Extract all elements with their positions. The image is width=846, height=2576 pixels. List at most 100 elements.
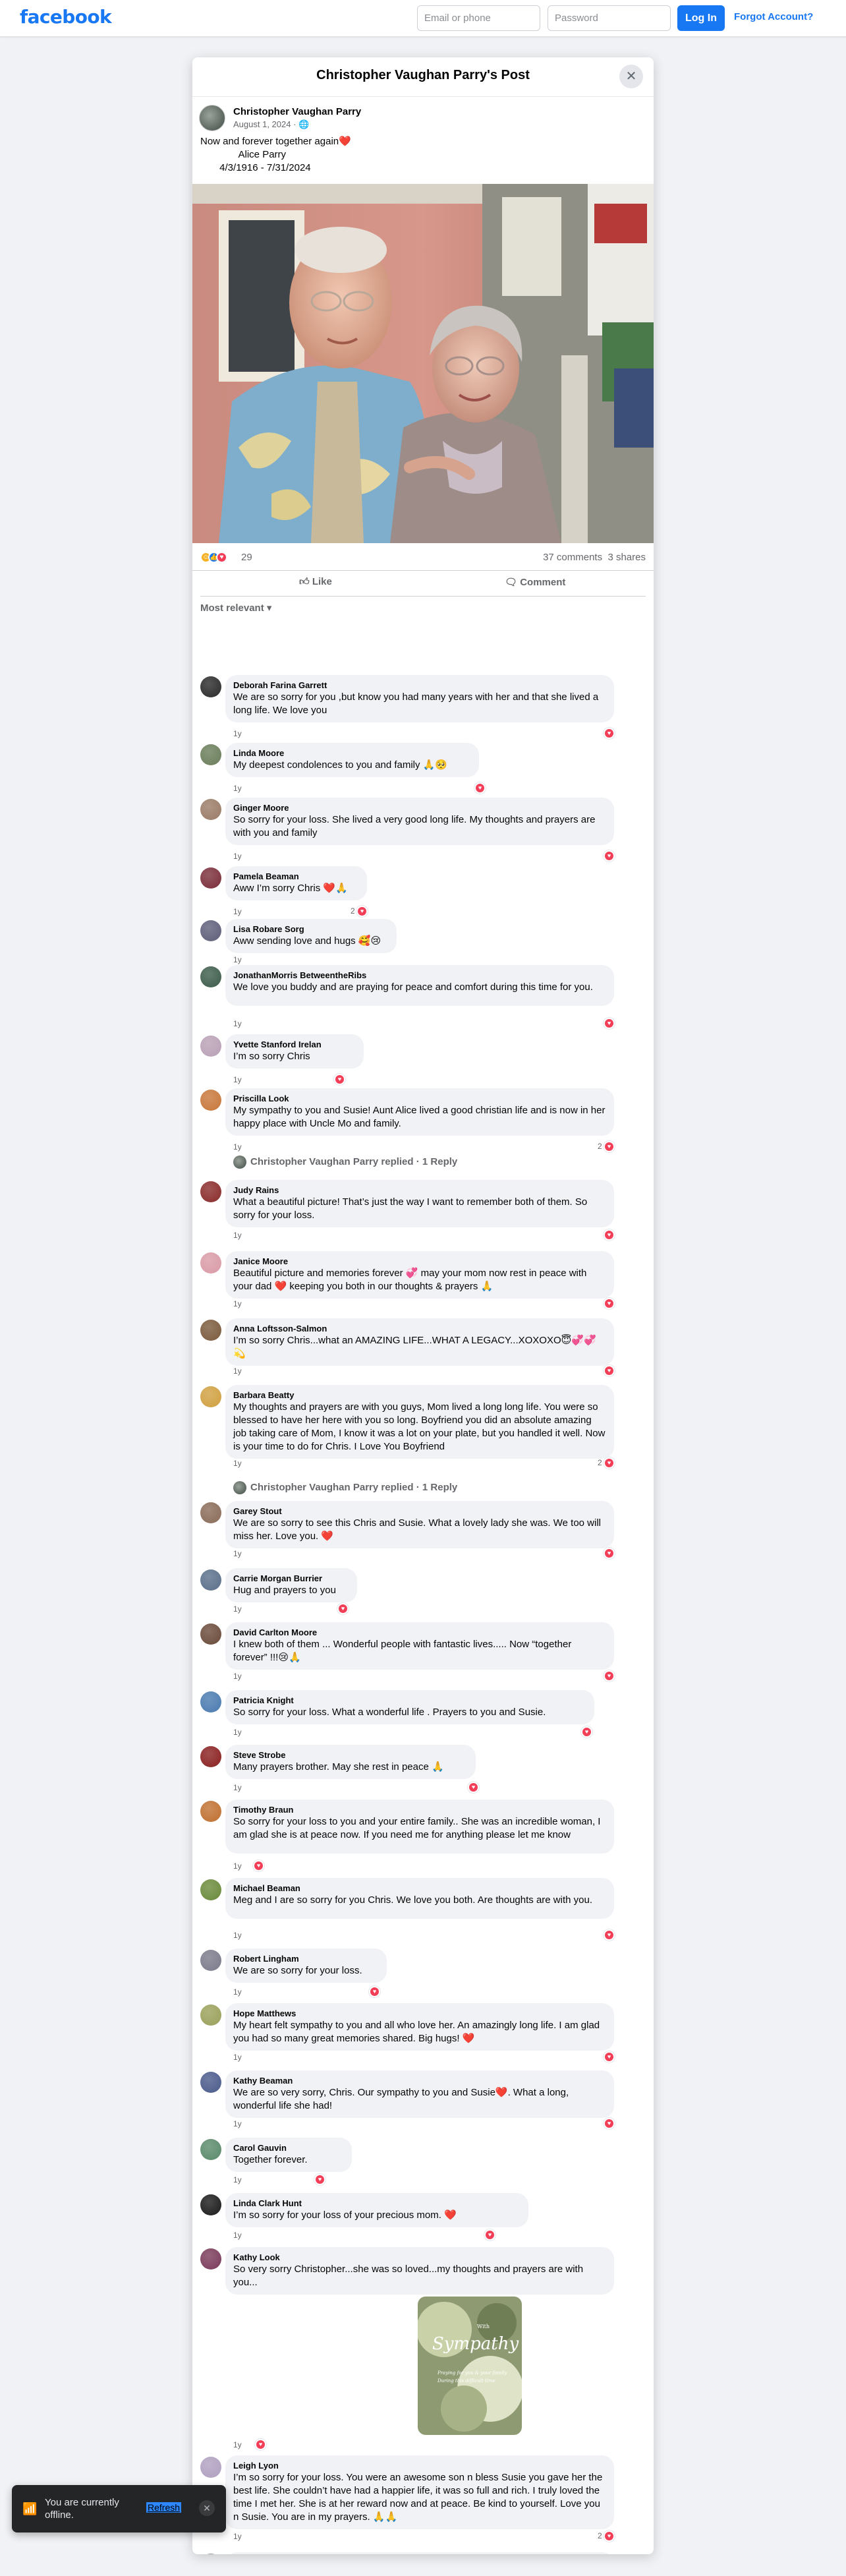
commenter-name[interactable]: Yvette Stanford Irelan [233,1039,356,1050]
comment-time[interactable]: 1y [233,1672,242,1681]
commenter-name[interactable]: Linda Clark Hunt [233,2198,521,2209]
commenter-name[interactable]: David Carlton Moore [233,1627,606,1638]
comment-time[interactable]: 1y [233,1019,242,1028]
commenter-name[interactable]: Ginger Moore [233,803,606,813]
commenter-name[interactable]: Carrie Morgan Burrier [233,1573,349,1584]
comment-time[interactable]: 1y [233,1604,242,1614]
comment-time[interactable]: 1y [233,729,242,738]
love-icon[interactable]: ♥ [604,1018,615,1029]
commenter-avatar[interactable] [200,1036,221,1057]
love-icon[interactable]: ♥ [604,1365,615,1376]
commenter-avatar[interactable] [200,1879,221,1900]
love-icon[interactable]: ♥ [314,2174,325,2185]
comment-time[interactable]: 1y [233,1075,242,1084]
comment-time[interactable]: 1y [233,1783,242,1792]
love-icon[interactable]: ♥ [474,782,486,794]
commenter-avatar[interactable] [200,744,221,765]
commenter-avatar[interactable] [200,966,221,987]
comment-time[interactable]: 1y [233,1728,242,1737]
comment-time[interactable]: 1y [233,1549,242,1558]
forgot-account-link[interactable]: Forgot Account? [734,11,813,22]
commenter-avatar[interactable] [200,676,221,697]
comment-time[interactable]: 1y [233,2440,242,2449]
commenter-name[interactable]: JonathanMorris BetweentheRibs [233,970,606,981]
comment-reaction-count[interactable]: 2 [598,1458,602,1467]
password-field[interactable] [548,5,671,31]
login-button[interactable]: Log In [677,5,725,31]
commenter-name[interactable]: Pamela Beaman [233,871,359,882]
commenter-avatar[interactable] [200,1950,221,1971]
love-icon[interactable]: ♥ [604,850,615,862]
sympathy-card-image[interactable]: With Sympathy Praying for you & your fam… [418,2297,522,2435]
commenter-name[interactable]: Judy Rains [233,1185,606,1196]
commenter-name[interactable]: Hope Matthews [233,2008,606,2019]
commenter-name[interactable]: Michael Beaman [233,1883,606,1894]
comment-time[interactable]: 1y [233,1299,242,1308]
commenter-avatar[interactable] [200,1090,221,1111]
commenter-name[interactable]: Priscilla Look [233,1094,606,1104]
reaction-icons[interactable]: ☺👍 ♥ [200,552,227,564]
love-icon[interactable]: ♥ [604,1670,615,1682]
comments-count[interactable]: 37 comments [543,552,602,563]
love-icon[interactable]: ♥ [604,1298,615,1309]
comment-time[interactable]: 1y [233,907,242,916]
post-date[interactable]: August 1, 2024 · 🌐 [233,119,309,130]
love-icon[interactable]: ♥ [604,2051,615,2063]
love-icon[interactable]: ♥ [253,1860,264,1871]
comment-time[interactable]: 1y [233,1861,242,1871]
commenter-avatar[interactable] [200,867,221,889]
commenter-name[interactable]: Kathy Look [233,2252,606,2263]
love-icon[interactable]: ♥ [484,2229,495,2240]
view-replies-link[interactable]: Christopher Vaughan Parry replied · 1 Re… [233,1481,457,1494]
love-icon[interactable]: ♥ [334,1074,345,1085]
commenter-avatar[interactable] [200,2005,221,2026]
author-name[interactable]: Christopher Vaughan Parry [233,106,361,117]
commenter-avatar[interactable] [200,2072,221,2093]
commenter-name[interactable]: Garey Stout [233,1506,606,1517]
comment-time[interactable]: 1y [233,1931,242,1940]
close-icon[interactable]: ✕ [619,65,643,88]
comment-reaction-count[interactable]: 2 [598,1142,602,1151]
love-icon[interactable]: ♥ [604,1929,615,1941]
commenter-avatar[interactable] [200,1320,221,1341]
commenter-avatar[interactable] [200,2457,221,2478]
love-icon[interactable]: ♥ [468,1782,479,1793]
commenter-name[interactable]: Linda Moore [233,748,471,759]
facebook-logo[interactable]: facebook [20,6,112,28]
comment-time[interactable]: 1y [233,2231,242,2240]
commenter-avatar[interactable] [200,1181,221,1202]
love-icon[interactable]: ♥ [581,1726,592,1738]
commenter-name[interactable]: Kathy Beaman [233,2076,606,2086]
comment-time[interactable]: 1y [233,1142,242,1152]
love-icon[interactable]: ♥ [604,1229,615,1241]
commenter-name[interactable]: Robert Lingham [233,1954,379,1964]
commenter-avatar[interactable] [200,1386,221,1407]
comment-time[interactable]: 1y [233,2119,242,2128]
refresh-link[interactable]: Refresh [146,2502,182,2513]
comment-button[interactable]: 🗨 Comment [505,576,565,588]
comment-time[interactable]: 1y [233,955,242,964]
commenter-name[interactable]: Steve Strobe [233,1750,468,1761]
commenter-name[interactable]: Deborah Farina Garrett [233,680,606,691]
love-icon[interactable]: ♥ [369,1986,380,1997]
love-icon[interactable]: ♥ [604,2531,615,2542]
sort-dropdown[interactable]: Most relevant ▾ [200,602,271,614]
post-photo[interactable] [192,184,654,543]
love-icon[interactable]: ♥ [604,1141,615,1152]
commenter-avatar[interactable] [200,1746,221,1767]
commenter-name[interactable]: Anna Loftsson-Salmon [233,1324,606,1334]
commenter-avatar[interactable] [200,2248,221,2269]
commenter-name[interactable]: Carol Gauvin [233,2143,344,2153]
comment-time[interactable]: 1y [233,1366,242,1376]
like-button[interactable]: 👍︎ Like [299,576,332,588]
commenter-avatar[interactable] [200,2139,221,2160]
close-icon[interactable]: ✕ [199,2500,215,2516]
commenter-avatar[interactable] [200,1502,221,1523]
commenter-name[interactable]: Janice Moore [233,1256,606,1267]
love-icon[interactable]: ♥ [604,1457,615,1469]
comment-reaction-count[interactable]: 2 [351,906,355,916]
commenter-name[interactable]: Patricia Knight [233,1695,586,1706]
love-icon[interactable]: ♥ [604,1548,615,1559]
comment-time[interactable]: 1y [233,852,242,861]
commenter-avatar[interactable] [200,2194,221,2215]
